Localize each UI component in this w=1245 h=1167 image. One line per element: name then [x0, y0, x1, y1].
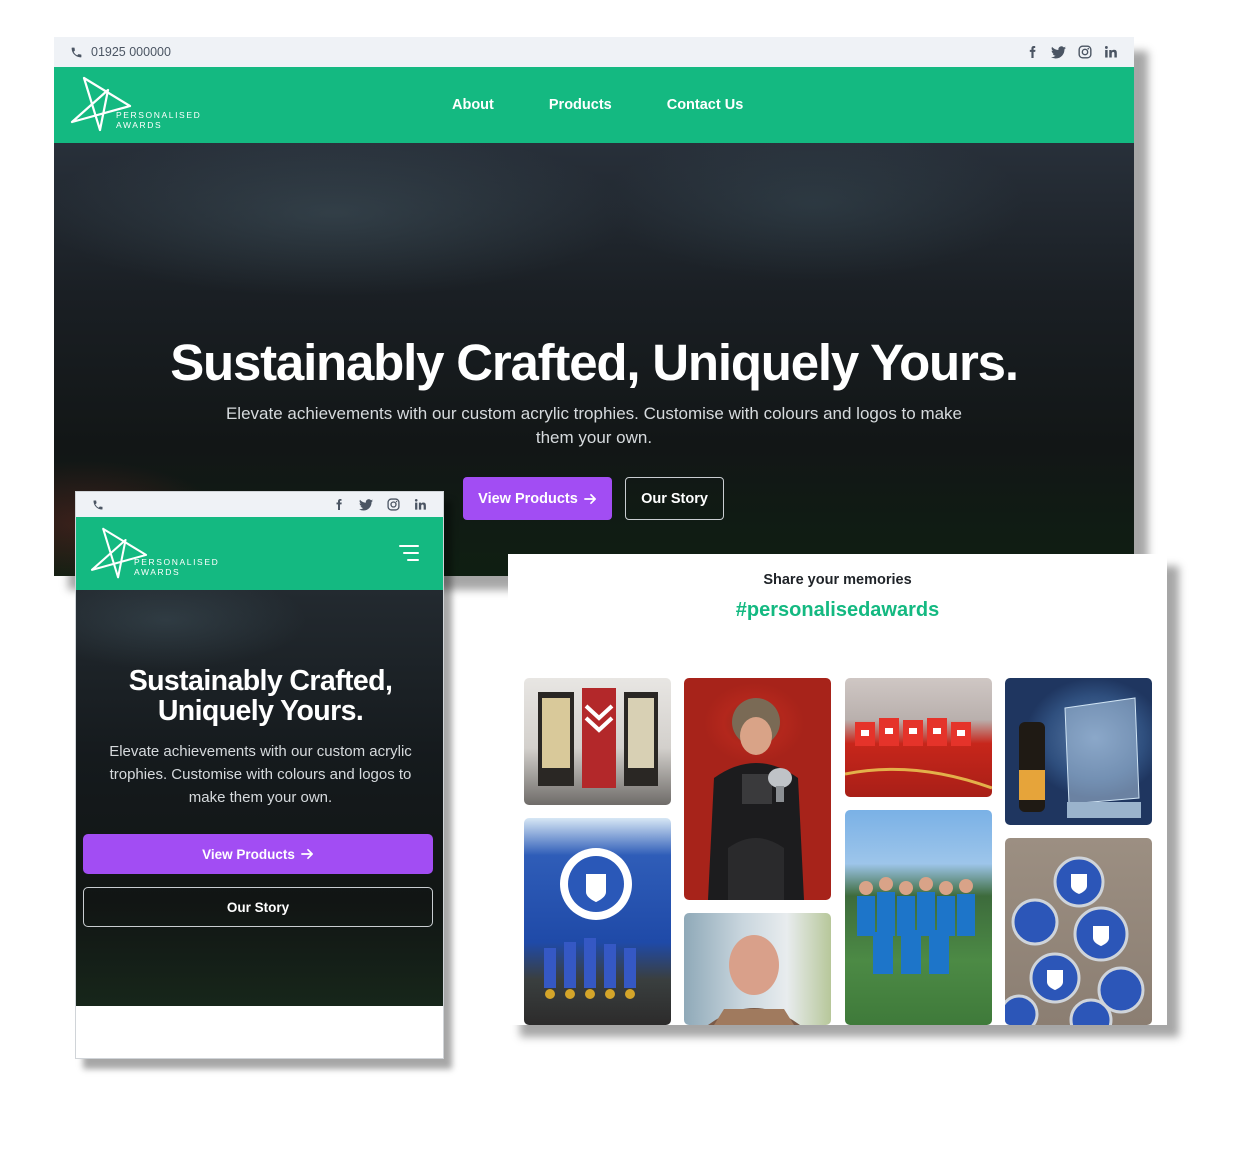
photo-glass-award[interactable]: [1005, 678, 1152, 825]
nav-contact-us[interactable]: Contact Us: [667, 97, 744, 113]
photo-medals[interactable]: [1005, 838, 1152, 1025]
desktop-topbar: 01925 000000: [54, 37, 1134, 67]
mobile-hero: Sustainably Crafted, Uniquely Yours. Ele…: [76, 590, 443, 1006]
menu-icon[interactable]: [399, 545, 419, 566]
social-hashtag[interactable]: #personalisedawards: [508, 599, 1167, 622]
mobile-topbar: [76, 492, 443, 517]
phone-contact[interactable]: 01925 000000: [70, 45, 171, 59]
photo-red-shirts[interactable]: [845, 678, 992, 797]
photo-darts-champion[interactable]: [684, 678, 831, 900]
our-story-button[interactable]: Our Story: [625, 477, 724, 520]
nav-about[interactable]: About: [452, 97, 494, 113]
instagram-icon[interactable]: [387, 498, 400, 511]
hero-text: Elevate achievements with our custom acr…: [225, 404, 963, 447]
social-links: [1026, 45, 1118, 59]
social-wall: Share your memories #personalisedawards: [508, 554, 1167, 1025]
photo-trophy-banners[interactable]: [524, 678, 671, 805]
mobile-site-logo[interactable]: PERSONALISED AWARDS: [90, 527, 219, 581]
mobile-mockup: PERSONALISED AWARDS Sustainably Crafted,…: [75, 491, 444, 1059]
arrow-right-icon: [583, 493, 596, 504]
nav-products[interactable]: Products: [549, 97, 612, 113]
site-logo[interactable]: PERSONALISED AWARDS: [70, 76, 201, 134]
desktop-navbar: PERSONALISED AWARDS About Products Conta…: [54, 67, 1134, 143]
showcase-canvas: 01925 000000 PERSONALISED AWARDS About P…: [0, 0, 1245, 1167]
facebook-icon[interactable]: [333, 498, 345, 511]
photo-man-portrait[interactable]: [684, 913, 831, 1025]
mobile-hero-text: Elevate achievements with our custom acr…: [109, 743, 412, 806]
mobile-hero-title: Sustainably Crafted, Uniquely Yours.: [128, 665, 393, 727]
linkedin-icon[interactable]: [1104, 45, 1118, 59]
mobile-social-links: [333, 498, 427, 511]
view-products-button[interactable]: View Products: [463, 477, 612, 520]
hero-title: Sustainably Crafted, Uniquely Yours.: [170, 334, 1019, 391]
mobile-our-story-button[interactable]: Our Story: [83, 887, 433, 927]
mobile-navbar: PERSONALISED AWARDS: [76, 517, 443, 590]
linkedin-icon[interactable]: [414, 498, 427, 511]
instagram-icon[interactable]: [1078, 45, 1092, 59]
phone-icon[interactable]: [92, 499, 104, 511]
facebook-icon[interactable]: [1026, 45, 1039, 59]
desktop-menu: About Products Contact Us: [452, 67, 743, 143]
mobile-view-products-button[interactable]: View Products: [83, 834, 433, 874]
arrow-right-icon: [300, 848, 313, 860]
phone-icon: [71, 47, 82, 57]
logo-text: PERSONALISED AWARDS: [116, 110, 202, 130]
mobile-logo-text: PERSONALISED AWARDS: [134, 556, 220, 577]
twitter-icon[interactable]: [1051, 45, 1066, 59]
social-heading: Share your memories: [763, 572, 912, 588]
twitter-icon[interactable]: [359, 498, 373, 511]
photo-club-gazebo[interactable]: [524, 818, 671, 1025]
photo-football-team[interactable]: [845, 810, 992, 1025]
phone-number: 01925 000000: [91, 45, 171, 59]
